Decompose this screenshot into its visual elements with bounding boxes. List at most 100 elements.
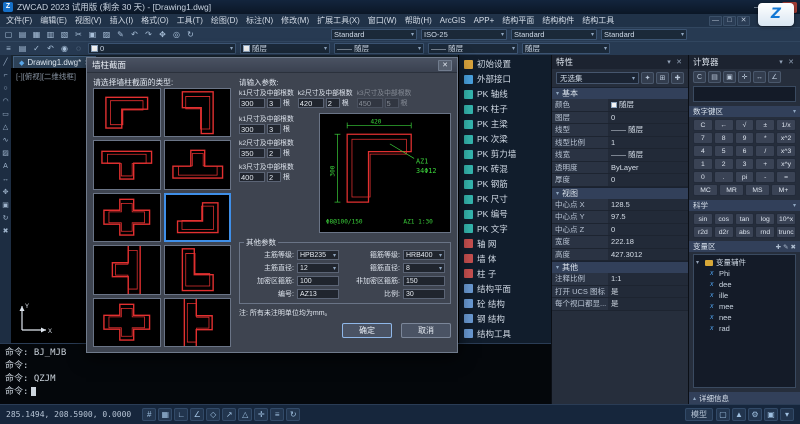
section-type-thumbnail[interactable] bbox=[164, 88, 232, 137]
plot-preview-icon[interactable]: ▧ bbox=[58, 29, 71, 41]
calc-button[interactable]: 1/x bbox=[776, 119, 796, 131]
structure-menu-item[interactable]: 外部接口 bbox=[459, 72, 551, 87]
hatch-tool-icon[interactable]: ▨ bbox=[1, 149, 10, 158]
color-combo[interactable]: 随层▾ bbox=[240, 43, 330, 54]
other-param-select[interactable]: 12▾ bbox=[297, 263, 339, 273]
structure-menu-item[interactable]: 砼 结构 bbox=[459, 296, 551, 311]
annotation-scale-icon[interactable]: ▲ bbox=[732, 408, 746, 421]
structure-menu-item[interactable]: PK 主梁 bbox=[459, 117, 551, 132]
layer-properties-icon[interactable]: ≡ bbox=[2, 43, 15, 55]
erase-tool-icon[interactable]: ✖ bbox=[1, 227, 10, 236]
match-properties-icon[interactable]: ✎ bbox=[114, 29, 127, 41]
property-section-header[interactable]: ▾视图 bbox=[552, 187, 688, 199]
count-input[interactable] bbox=[267, 172, 281, 182]
calc-button[interactable]: 1 bbox=[693, 158, 713, 170]
panel-menu-icon[interactable]: ▾ bbox=[776, 58, 786, 66]
structure-menu-item[interactable]: PK 尺寸 bbox=[459, 192, 551, 207]
structure-menu-item[interactable]: PK 轴线 bbox=[459, 87, 551, 102]
scientific-button[interactable]: cos bbox=[714, 213, 734, 225]
property-value[interactable]: 0 bbox=[608, 112, 688, 124]
variable-item[interactable]: xille bbox=[696, 290, 793, 301]
ok-button[interactable]: 确定 bbox=[342, 323, 392, 338]
regen-icon[interactable]: ↻ bbox=[184, 29, 197, 41]
dialog-close-button[interactable]: ✕ bbox=[438, 60, 452, 71]
scientific-button[interactable]: sin bbox=[693, 213, 713, 225]
ortho-toggle[interactable]: ∟ bbox=[174, 408, 188, 421]
variable-item[interactable]: xrad bbox=[696, 323, 793, 334]
calc-button[interactable]: - bbox=[755, 171, 775, 183]
dyn-toggle[interactable]: ✛ bbox=[254, 408, 268, 421]
memory-button[interactable]: MR bbox=[719, 184, 744, 196]
calc-button[interactable]: √ bbox=[735, 119, 755, 131]
structure-menu-item[interactable]: PK 钢筋 bbox=[459, 177, 551, 192]
dimension-tool-icon[interactable]: ↔ bbox=[1, 175, 10, 184]
paste-icon[interactable]: ▨ bbox=[100, 29, 113, 41]
calc-history-icon[interactable]: ▤ bbox=[708, 71, 721, 83]
property-value[interactable]: 0 bbox=[608, 224, 688, 236]
memory-button[interactable]: MS bbox=[745, 184, 770, 196]
structure-menu-item[interactable]: PK 次梁 bbox=[459, 132, 551, 147]
tab-drawing1[interactable]: ◆ Drawing1.dwg* ✕ bbox=[13, 56, 96, 68]
plot-style-combo[interactable]: 随层▾ bbox=[522, 43, 610, 54]
lineweight-toggle[interactable]: ≡ bbox=[270, 408, 284, 421]
panel-menu-icon[interactable]: ▾ bbox=[664, 58, 674, 66]
pan-icon[interactable]: ✥ bbox=[156, 29, 169, 41]
snap-toggle[interactable]: # bbox=[142, 408, 156, 421]
property-value[interactable]: —— 随层 bbox=[608, 149, 688, 161]
arc-tool-icon[interactable]: ◠ bbox=[1, 97, 10, 106]
table-style-combo[interactable]: Standard▾ bbox=[511, 29, 597, 40]
etrack-toggle[interactable]: ↗ bbox=[222, 408, 236, 421]
calc-button[interactable]: + bbox=[755, 158, 775, 170]
menu-item[interactable]: 工具(T) bbox=[173, 14, 207, 27]
variable-item[interactable]: xnee bbox=[696, 312, 793, 323]
redo-icon[interactable]: ↷ bbox=[142, 29, 155, 41]
scientific-button[interactable]: log bbox=[755, 213, 775, 225]
menu-item[interactable]: APP+ bbox=[470, 14, 499, 27]
clean-screen-icon[interactable]: ▣ bbox=[764, 408, 778, 421]
get-coordinates-icon[interactable]: ✛ bbox=[738, 71, 751, 83]
section-type-thumbnail[interactable] bbox=[164, 140, 232, 189]
status-expand-icon[interactable]: ▾ bbox=[780, 408, 794, 421]
text-tool-icon[interactable]: A bbox=[1, 162, 10, 171]
calc-button[interactable]: = bbox=[776, 171, 796, 183]
polygon-tool-icon[interactable]: △ bbox=[1, 123, 10, 132]
menu-item[interactable]: 视图(V) bbox=[71, 14, 106, 27]
size-input[interactable] bbox=[298, 98, 324, 108]
section-type-thumbnail[interactable] bbox=[164, 245, 232, 294]
copy-icon[interactable]: ▣ bbox=[86, 29, 99, 41]
properties-header[interactable]: 特性 ▾✕ bbox=[552, 55, 688, 69]
menu-item[interactable]: 文件(F) bbox=[2, 14, 36, 27]
panel-close-icon[interactable]: ✕ bbox=[674, 58, 684, 66]
structure-menu-item[interactable]: 结构平面 bbox=[459, 281, 551, 296]
section-type-thumbnail[interactable] bbox=[93, 245, 161, 294]
doc-close-button[interactable]: ✕ bbox=[737, 16, 750, 26]
calc-button[interactable]: C bbox=[693, 119, 713, 131]
quick-select-icon[interactable]: ✦ bbox=[641, 72, 654, 84]
calc-button[interactable]: pi bbox=[735, 171, 755, 183]
calc-clear-icon[interactable]: C bbox=[693, 71, 706, 83]
other-param-input[interactable]: 100 bbox=[297, 276, 339, 286]
scientific-button[interactable]: r2d bbox=[693, 226, 713, 238]
undo-icon[interactable]: ↶ bbox=[128, 29, 141, 41]
calc-button[interactable]: ← bbox=[714, 119, 734, 131]
layer-combo[interactable]: 0▾ bbox=[88, 43, 236, 54]
calc-button[interactable]: 8 bbox=[714, 132, 734, 144]
tree-expand-icon[interactable]: ▾ bbox=[696, 259, 702, 266]
property-value[interactable]: 128.5 bbox=[608, 199, 688, 211]
section-type-thumbnail[interactable] bbox=[93, 298, 161, 347]
save-icon[interactable]: ▦ bbox=[30, 29, 43, 41]
size-input[interactable] bbox=[239, 148, 265, 158]
memory-button[interactable]: MC bbox=[693, 184, 718, 196]
command-prompt[interactable]: 命令: bbox=[5, 386, 546, 399]
calc-button[interactable]: 5 bbox=[714, 145, 734, 157]
menu-item[interactable]: 窗口(W) bbox=[364, 14, 401, 27]
menu-item[interactable]: 编辑(E) bbox=[36, 14, 71, 27]
workspace-icon[interactable]: ⚙ bbox=[748, 408, 762, 421]
calc-button[interactable]: 6 bbox=[735, 145, 755, 157]
doc-minimize-button[interactable]: — bbox=[709, 16, 722, 26]
menu-item[interactable]: 绘图(D) bbox=[207, 14, 242, 27]
menu-item[interactable]: 帮助(H) bbox=[401, 14, 436, 27]
property-section-header[interactable]: ▾基本 bbox=[552, 87, 688, 99]
structure-menu-item[interactable]: PK 文字 bbox=[459, 221, 551, 236]
other-param-select[interactable]: 8▾ bbox=[403, 263, 445, 273]
